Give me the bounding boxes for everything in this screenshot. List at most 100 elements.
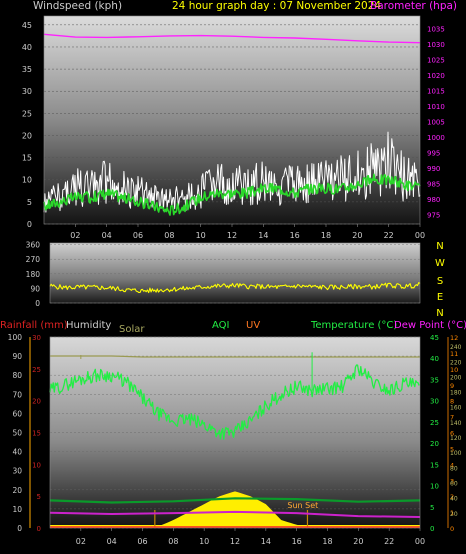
solar-y-tick: 180 xyxy=(450,390,462,397)
temperature-y-tick: 5 xyxy=(430,504,434,512)
solar-y-tick: 40 xyxy=(450,496,458,503)
sun-set-label: Sun Set xyxy=(287,501,318,510)
humidity-y-tick: 50 xyxy=(12,429,22,438)
rain-y-tick: 25 xyxy=(32,366,41,374)
wind-x-tick: 06 xyxy=(133,231,143,240)
temperature-x-tick: 00 xyxy=(415,537,425,546)
humidity-y-tick: 40 xyxy=(12,448,22,457)
wind-x-tick: 20 xyxy=(352,231,362,240)
solar-y-tick: 160 xyxy=(450,405,462,412)
temperature-x-tick: 16 xyxy=(292,537,302,546)
temperature-y-tick: 45 xyxy=(430,334,439,342)
solar-y-tick: 120 xyxy=(450,435,462,442)
wind-x-tick: 02 xyxy=(70,231,80,240)
barometer-y-tick: 995 xyxy=(427,150,440,158)
humidity-y-tick: 100 xyxy=(8,333,23,342)
temperature-x-tick: 06 xyxy=(137,537,147,546)
wind-y-tick: 25 xyxy=(22,109,32,118)
barometer-y-tick: 985 xyxy=(427,181,440,189)
barometer-y-tick: 1000 xyxy=(427,134,445,142)
rain-y-tick: 15 xyxy=(32,430,41,438)
temperature-x-tick: 20 xyxy=(353,537,363,546)
compass-label: E xyxy=(437,292,443,303)
rain-y-tick: 5 xyxy=(37,493,41,501)
barometer-y-tick: 980 xyxy=(427,196,440,204)
direction-y-tick: 90 xyxy=(30,284,40,293)
wind-y-tick: 40 xyxy=(22,43,32,52)
solar-y-tick: 140 xyxy=(450,420,462,427)
uv-y-tick: 9 xyxy=(450,382,454,390)
solar-y-tick: 200 xyxy=(450,374,462,381)
compass-label: W xyxy=(435,258,445,269)
wind-x-tick: 14 xyxy=(258,231,268,240)
temperature-y-tick: 15 xyxy=(430,461,439,469)
rain-y-tick: 30 xyxy=(32,334,41,342)
direction-plot-area xyxy=(50,243,420,303)
solar-y-tick: 80 xyxy=(450,465,458,472)
barometer-y-tick: 1035 xyxy=(427,25,445,33)
weather-graph-panel: Windspeed (kph) 24 hour graph day : 07 N… xyxy=(0,0,466,554)
wind-x-tick: 08 xyxy=(164,231,174,240)
barometer-y-tick: 1030 xyxy=(427,41,445,49)
humidity-y-tick: 30 xyxy=(12,467,22,476)
wind-y-tick: 20 xyxy=(22,131,32,140)
temperature-y-tick: 10 xyxy=(430,483,439,491)
solar-y-tick: 220 xyxy=(450,359,462,366)
temperature-x-tick: 22 xyxy=(384,537,394,546)
barometer-y-tick: 1005 xyxy=(427,119,445,127)
barometer-y-tick: 1010 xyxy=(427,103,445,111)
temperature-x-tick: 10 xyxy=(199,537,209,546)
wind-x-tick: 10 xyxy=(196,231,206,240)
temperature-y-tick: 20 xyxy=(430,440,439,448)
direction-y-tick: 0 xyxy=(35,299,40,308)
solar-y-tick: 60 xyxy=(450,481,458,488)
humidity-y-tick: 60 xyxy=(12,409,22,418)
temperature-x-tick: 04 xyxy=(107,537,117,546)
uv-y-tick: 0 xyxy=(450,525,454,533)
temperature-x-tick: 08 xyxy=(168,537,178,546)
temperature-y-tick: 35 xyxy=(430,376,439,384)
barometer-y-tick: 975 xyxy=(427,212,440,220)
humidity-y-tick: 70 xyxy=(12,390,22,399)
wind-y-tick: 10 xyxy=(22,176,32,185)
temperature-x-tick: 12 xyxy=(230,537,240,546)
direction-y-tick: 180 xyxy=(26,270,41,279)
charts-svg: 0510152025303540459759809859909951000100… xyxy=(8,15,462,546)
wind-x-tick: 00 xyxy=(415,231,425,240)
solar-y-tick: 240 xyxy=(450,344,462,351)
barometer-y-tick: 1020 xyxy=(427,72,445,80)
humidity-y-tick: 90 xyxy=(12,352,22,361)
uv-y-tick: 11 xyxy=(450,350,458,358)
wind-x-tick: 22 xyxy=(384,231,394,240)
humidity-y-tick: 80 xyxy=(12,371,22,380)
barometer-y-tick: 1015 xyxy=(427,88,445,96)
wind-x-tick: 18 xyxy=(321,231,331,240)
wind-x-tick: 04 xyxy=(102,231,112,240)
rain-y-tick: 0 xyxy=(37,525,41,533)
compass-label: N xyxy=(436,241,443,252)
humidity-y-tick: 0 xyxy=(17,524,22,533)
temperature-y-tick: 30 xyxy=(430,398,439,406)
rain-y-tick: 20 xyxy=(32,398,41,406)
temperature-y-tick: 25 xyxy=(430,419,439,427)
wind-x-tick: 16 xyxy=(290,231,300,240)
temperature-y-tick: 0 xyxy=(430,525,434,533)
barometer-y-tick: 990 xyxy=(427,165,440,173)
direction-y-tick: 270 xyxy=(26,255,41,264)
temperature-y-tick: 40 xyxy=(430,355,439,363)
barometer-y-tick: 1025 xyxy=(427,56,445,64)
rain-y-tick: 10 xyxy=(32,461,41,469)
wind-y-tick: 35 xyxy=(22,65,32,74)
compass-label: N xyxy=(436,308,443,319)
temperature-x-tick: 18 xyxy=(322,537,332,546)
uv-y-tick: 12 xyxy=(450,334,458,342)
solar-y-tick: 20 xyxy=(450,511,458,518)
compass-label: S xyxy=(437,276,443,287)
wind-y-tick: 30 xyxy=(22,87,32,96)
temperature-x-tick: 14 xyxy=(261,537,271,546)
wind-x-tick: 12 xyxy=(227,231,237,240)
wind-y-tick: 15 xyxy=(22,154,32,163)
temperature-x-tick: 02 xyxy=(76,537,86,546)
humidity-y-tick: 10 xyxy=(12,505,22,514)
wind-y-tick: 5 xyxy=(27,198,32,207)
